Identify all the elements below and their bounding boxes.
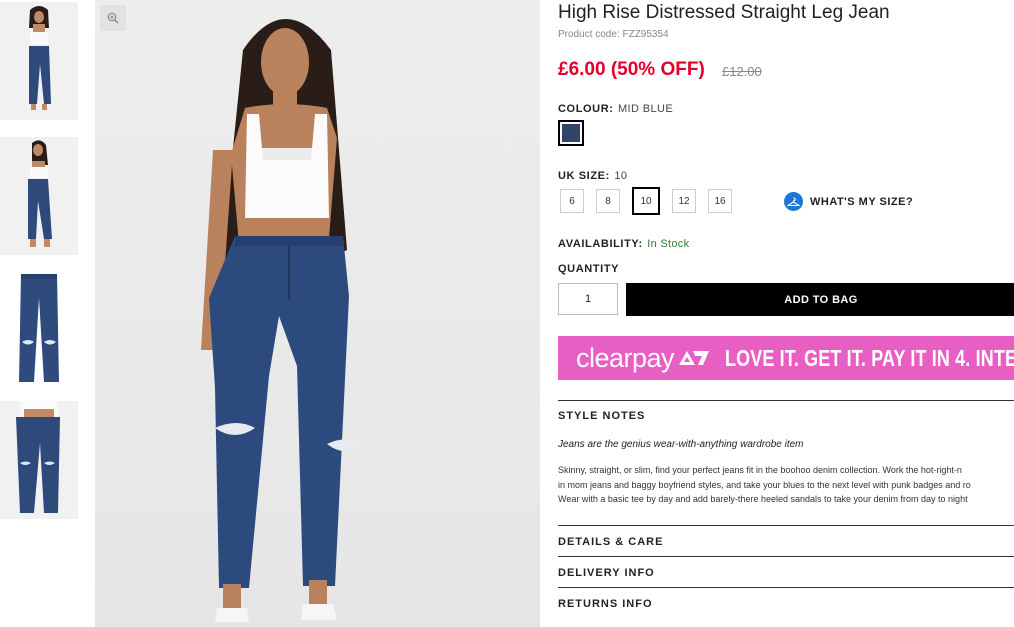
- thumbnail-knee-detail[interactable]: [0, 401, 78, 519]
- size-label: UK SIZE:: [558, 170, 610, 182]
- thumbnail-image: [0, 137, 78, 255]
- swatch-fill: [562, 124, 580, 142]
- model-photo: [95, 0, 540, 627]
- style-notes-line: in mom jeans and baggy boyfriend styles,…: [558, 479, 971, 490]
- size-value: 10: [614, 170, 628, 182]
- clearpay-logo: clearpay: [576, 343, 711, 374]
- style-notes-intro: Jeans are the genius wear-with-anything …: [558, 439, 804, 450]
- clearpay-banner[interactable]: clearpay LOVE IT. GET IT. PAY IT IN 4. I…: [558, 336, 1014, 380]
- thumbnail-image: [0, 401, 78, 519]
- style-notes-heading[interactable]: STYLE NOTES: [558, 410, 645, 422]
- thumbnail-front-view[interactable]: [0, 2, 78, 120]
- divider: [558, 400, 1014, 401]
- style-notes-line: Wear with a basic tee by day and add bar…: [558, 494, 968, 504]
- zoom-button[interactable]: [100, 5, 126, 31]
- style-notes-body: Skinny, straight, or slim, find your per…: [558, 463, 1014, 507]
- thumbnail-side-view[interactable]: [0, 137, 78, 255]
- original-price: £12.00: [722, 64, 762, 79]
- size-option[interactable]: 12: [672, 189, 696, 213]
- divider: [558, 587, 1014, 588]
- colour-row: COLOUR: MID BLUE: [558, 99, 673, 117]
- delivery-info-accordion[interactable]: DELIVERY INFO: [558, 567, 655, 579]
- size-options: 6 8 10 12 16: [560, 187, 732, 215]
- clearpay-tagline: LOVE IT. GET IT. PAY IT IN 4. INTEREST: [725, 344, 1014, 371]
- availability-label: AVAILABILITY:: [558, 238, 643, 250]
- size-guide-link[interactable]: WHAT'S MY SIZE?: [784, 192, 913, 211]
- quantity-input[interactable]: [558, 283, 618, 315]
- divider: [558, 525, 1014, 526]
- product-title: High Rise Distressed Straight Leg Jean: [558, 2, 890, 23]
- hanger-icon: [784, 192, 803, 211]
- size-option[interactable]: 16: [708, 189, 732, 213]
- size-guide-label: WHAT'S MY SIZE?: [810, 195, 914, 208]
- availability-row: AVAILABILITY: In Stock: [558, 234, 689, 252]
- product-main-image: [95, 0, 540, 627]
- clearpay-logo-text: clearpay: [576, 342, 675, 373]
- thumbnail-image: [0, 2, 78, 120]
- clearpay-arrows-icon: [677, 348, 711, 368]
- size-option[interactable]: 8: [596, 189, 620, 213]
- add-to-bag-button[interactable]: ADD TO BAG: [626, 283, 1014, 316]
- sale-price: £6.00 (50% OFF): [558, 59, 705, 80]
- colour-swatch[interactable]: [558, 120, 584, 146]
- size-row: UK SIZE: 10: [558, 166, 627, 184]
- colour-label: COLOUR:: [558, 103, 614, 115]
- thumbnail-flat-lay[interactable]: [0, 268, 78, 386]
- returns-info-accordion[interactable]: RETURNS INFO: [558, 598, 653, 610]
- zoom-in-icon: [107, 12, 119, 24]
- size-option-selected[interactable]: 10: [632, 187, 660, 215]
- details-care-accordion[interactable]: DETAILS & CARE: [558, 536, 663, 548]
- size-option[interactable]: 6: [560, 189, 584, 213]
- colour-value: MID BLUE: [617, 103, 674, 115]
- product-code: Product code: FZZ95354: [558, 29, 669, 40]
- style-notes-line: Skinny, straight, or slim, find your per…: [558, 465, 962, 475]
- quantity-label: QUANTITY: [558, 263, 620, 275]
- divider: [558, 556, 1014, 557]
- thumbnail-image: [0, 268, 78, 386]
- availability-value: In Stock: [647, 238, 690, 250]
